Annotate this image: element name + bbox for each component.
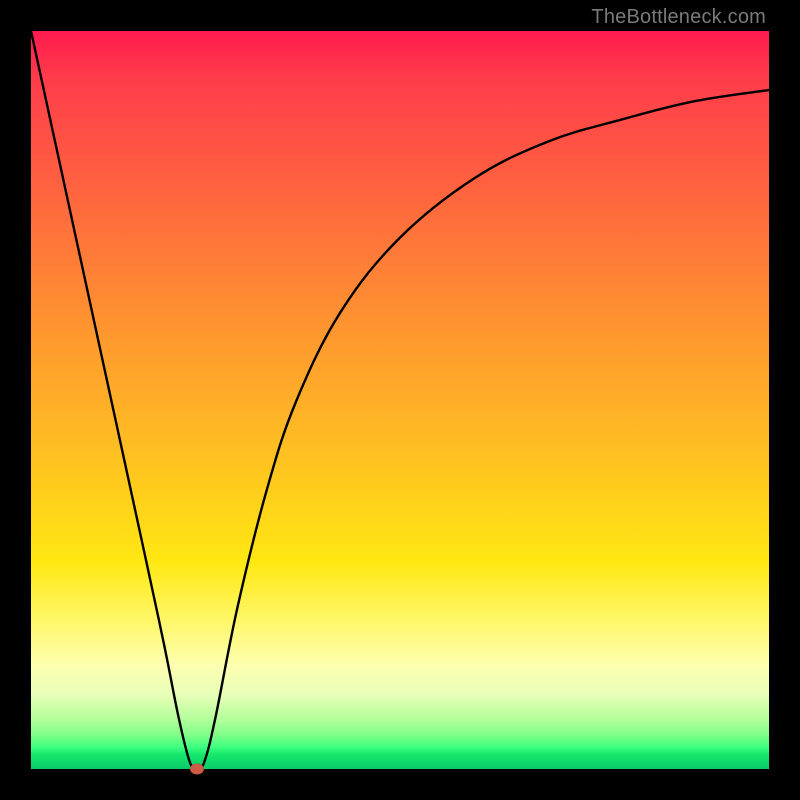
watermark-text: TheBottleneck.com — [591, 6, 766, 29]
optimal-point-marker — [190, 764, 204, 775]
curve-path — [31, 31, 769, 769]
plot-area — [31, 31, 769, 769]
bottleneck-curve — [31, 31, 769, 769]
chart-frame: TheBottleneck.com — [0, 0, 800, 800]
